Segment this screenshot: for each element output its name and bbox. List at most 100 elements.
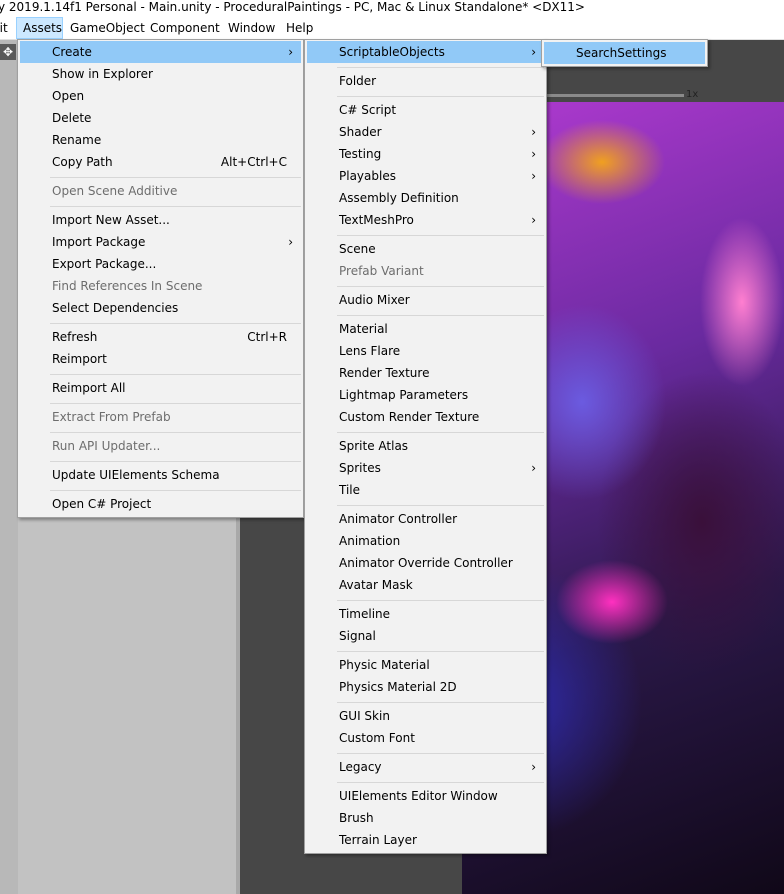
assets-menu-refresh[interactable]: Refresh Ctrl+R [20, 326, 301, 348]
create-menu-custom-render-texture[interactable]: Custom Render Texture [307, 406, 544, 428]
assets-menu-show-in-explorer[interactable]: Show in Explorer [20, 63, 301, 85]
menu-item-label: Lens Flare [339, 344, 401, 358]
menu-separator [337, 702, 544, 703]
create-menu-textmeshpro[interactable]: TextMeshPro › [307, 209, 544, 231]
menu-separator [337, 286, 544, 287]
menu-item-label: Reimport [52, 352, 107, 366]
create-menu-terrain-layer[interactable]: Terrain Layer [307, 829, 544, 851]
menu-item-label: Import Package [52, 235, 146, 249]
create-menu-scriptableobjects[interactable]: ScriptableObjects › [307, 41, 544, 63]
menu-separator [50, 374, 301, 375]
menu-item-label: Find References In Scene [52, 279, 203, 293]
menu-edit[interactable]: dit [0, 17, 8, 39]
create-menu-custom-font[interactable]: Custom Font [307, 727, 544, 749]
menu-separator [337, 432, 544, 433]
create-menu-assembly-definition[interactable]: Assembly Definition [307, 187, 544, 209]
assets-menu-export-package[interactable]: Export Package... [20, 253, 301, 275]
menu-item-label: Timeline [339, 607, 391, 621]
menu-separator [337, 315, 544, 316]
menu-item-label: Avatar Mask [339, 578, 413, 592]
create-menu-sprites[interactable]: Sprites › [307, 457, 544, 479]
menu-separator [337, 753, 544, 754]
scriptableobjects-menu-searchsettings[interactable]: SearchSettings [544, 42, 705, 64]
menu-item-label: Render Texture [339, 366, 430, 380]
menu-assets[interactable]: Assets [16, 17, 63, 39]
submenu-arrow-icon: › [531, 461, 536, 475]
menu-item-label: Audio Mixer [339, 293, 410, 307]
move-tool-icon[interactable]: ✥ [0, 44, 16, 60]
create-menu-lightmap-parameters[interactable]: Lightmap Parameters [307, 384, 544, 406]
scriptableobjects-menu: SearchSettings [541, 39, 708, 67]
menu-item-label: Custom Render Texture [339, 410, 480, 424]
menu-item-label: Refresh [52, 330, 98, 344]
menu-item-label: C# Script [339, 103, 397, 117]
create-menu-animator-controller[interactable]: Animator Controller [307, 508, 544, 530]
create-menu-tile[interactable]: Tile [307, 479, 544, 501]
menu-separator [337, 235, 544, 236]
submenu-arrow-icon: › [288, 235, 293, 249]
create-menu-physics-material-2d[interactable]: Physics Material 2D [307, 676, 544, 698]
assets-menu-copy-path[interactable]: Copy Path Alt+Ctrl+C [20, 151, 301, 173]
create-menu-lens-flare[interactable]: Lens Flare [307, 340, 544, 362]
create-menu-physic-material[interactable]: Physic Material [307, 654, 544, 676]
assets-menu-open[interactable]: Open [20, 85, 301, 107]
create-menu-animator-override-controller[interactable]: Animator Override Controller [307, 552, 544, 574]
menu-separator [337, 505, 544, 506]
create-menu-animation[interactable]: Animation [307, 530, 544, 552]
create-menu-folder[interactable]: Folder [307, 70, 544, 92]
create-menu-audio-mixer[interactable]: Audio Mixer [307, 289, 544, 311]
create-menu-brush[interactable]: Brush [307, 807, 544, 829]
assets-menu-create[interactable]: Create › [20, 41, 301, 63]
create-menu-render-texture[interactable]: Render Texture [307, 362, 544, 384]
menu-separator [50, 403, 301, 404]
assets-menu-delete[interactable]: Delete [20, 107, 301, 129]
menu-item-label: Animator Controller [339, 512, 458, 526]
create-menu-gui-skin[interactable]: GUI Skin [307, 705, 544, 727]
submenu-arrow-icon: › [531, 147, 536, 161]
zoom-slider[interactable] [540, 94, 684, 97]
assets-menu-reimport[interactable]: Reimport [20, 348, 301, 370]
assets-menu-open-scene-additive: Open Scene Additive [20, 180, 301, 202]
submenu-arrow-icon: › [531, 760, 536, 774]
create-menu-material[interactable]: Material [307, 318, 544, 340]
menu-item-label: Open C# Project [52, 497, 152, 511]
menu-help[interactable]: Help [286, 17, 313, 39]
menu-window[interactable]: Window [228, 17, 275, 39]
assets-menu-open-csharp-project[interactable]: Open C# Project [20, 493, 301, 515]
menu-gameobject[interactable]: GameObject [70, 17, 145, 39]
menu-item-label: Custom Font [339, 731, 415, 745]
create-menu-playables[interactable]: Playables › [307, 165, 544, 187]
create-menu-shader[interactable]: Shader › [307, 121, 544, 143]
assets-menu-rename[interactable]: Rename [20, 129, 301, 151]
assets-menu-import-new-asset[interactable]: Import New Asset... [20, 209, 301, 231]
assets-menu-reimport-all[interactable]: Reimport All [20, 377, 301, 399]
menu-item-label: Import New Asset... [52, 213, 170, 227]
create-menu-legacy[interactable]: Legacy › [307, 756, 544, 778]
menu-item-label: Shader [339, 125, 382, 139]
window-title: y 2019.1.14f1 Personal - Main.unity - Pr… [0, 0, 585, 14]
menu-separator [337, 600, 544, 601]
menu-separator [337, 651, 544, 652]
menu-item-label: Tile [339, 483, 361, 497]
menu-item-label: Open [52, 89, 85, 103]
menu-separator [50, 323, 301, 324]
create-menu-timeline[interactable]: Timeline [307, 603, 544, 625]
menu-item-label: Physic Material [339, 658, 430, 672]
menu-item-label: Update UIElements Schema [52, 468, 220, 482]
assets-menu-update-uielements-schema[interactable]: Update UIElements Schema [20, 464, 301, 486]
assets-menu-import-package[interactable]: Import Package › [20, 231, 301, 253]
menu-item-label: Show in Explorer [52, 67, 153, 81]
create-menu-testing[interactable]: Testing › [307, 143, 544, 165]
create-menu-csharp-script[interactable]: C# Script [307, 99, 544, 121]
menu-item-label: Run API Updater... [52, 439, 161, 453]
create-menu-signal[interactable]: Signal [307, 625, 544, 647]
menu-item-label: Sprite Atlas [339, 439, 409, 453]
menu-item-shortcut: Alt+Ctrl+C [220, 155, 287, 169]
create-menu-avatar-mask[interactable]: Avatar Mask [307, 574, 544, 596]
create-menu-scene[interactable]: Scene [307, 238, 544, 260]
create-menu-sprite-atlas[interactable]: Sprite Atlas [307, 435, 544, 457]
menu-component[interactable]: Component [150, 17, 220, 39]
menu-item-label: Testing [339, 147, 382, 161]
assets-menu-select-dependencies[interactable]: Select Dependencies [20, 297, 301, 319]
create-menu-uielements-editor-window[interactable]: UIElements Editor Window [307, 785, 544, 807]
